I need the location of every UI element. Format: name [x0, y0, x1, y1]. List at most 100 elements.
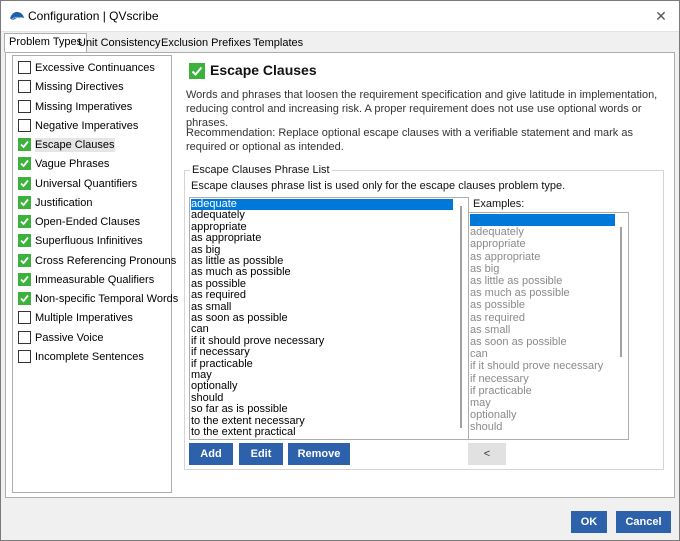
example-list-item[interactable]: appropriate [470, 238, 615, 250]
phrase-list-item[interactable]: if practicable [191, 358, 453, 370]
configuration-dialog: Configuration | QVscribe ✕ Problem Types… [0, 0, 680, 541]
title-bar: Configuration | QVscribe ✕ [1, 1, 679, 32]
phrase-list-item[interactable]: can [191, 324, 453, 335]
checkbox-unchecked-icon[interactable] [18, 311, 31, 325]
checkbox-checked-icon[interactable] [18, 253, 31, 267]
checkbox-checked-icon[interactable] [18, 292, 31, 305]
checkbox-checked-icon[interactable] [18, 195, 31, 209]
problem-type-recommendation: Recommendation: Replace optional escape … [186, 127, 633, 153]
problem-type-label: Superfluous Infinitives [35, 235, 143, 248]
phrase-list-item[interactable]: optionally [191, 381, 453, 392]
remove-button[interactable]: Remove [288, 443, 350, 465]
example-list-item[interactable]: as required [470, 312, 615, 324]
checkbox-checked-icon[interactable] [18, 215, 31, 228]
phrase-list-item[interactable]: as soon as possible [191, 313, 453, 324]
add-button[interactable]: Add [189, 443, 233, 465]
tab-templates[interactable]: Templates [248, 34, 308, 51]
examples-list[interactable]: adequate adequately appropriate as appropri… [468, 212, 629, 440]
example-list-item[interactable]: as much as possible [470, 287, 615, 299]
phrase-list-item[interactable]: as big [191, 244, 453, 256]
checkbox-unchecked-icon[interactable] [18, 61, 31, 74]
problem-type-label: Multiple Imperatives [35, 312, 133, 325]
ok-button[interactable]: OK [571, 511, 607, 533]
phrase-list-item[interactable]: so far as is possible [191, 404, 453, 415]
problem-type-label: Negative Imperatives [35, 119, 139, 132]
phrase-list-item[interactable]: if it should prove necessary [191, 335, 453, 347]
example-list-item[interactable]: adequate [470, 214, 615, 226]
example-list-item[interactable]: if practicable [470, 385, 615, 397]
escape-clauses-enable-checkbox[interactable] [189, 63, 205, 79]
window-title: Configuration | QVscribe [28, 9, 159, 23]
checkmark-icon [191, 66, 203, 76]
example-list-item[interactable]: adequately [470, 226, 615, 238]
problem-type-label: Missing Imperatives [35, 100, 133, 113]
example-list-item[interactable]: if necessary [470, 373, 615, 385]
problem-type-label: Open-Ended Clauses [35, 216, 141, 228]
checkbox-unchecked-icon[interactable] [18, 349, 31, 363]
checkbox-unchecked-icon[interactable] [18, 118, 31, 132]
problem-type-label: Passive Voice [35, 331, 104, 344]
tab-unit-consistency[interactable]: Unit Consistency [73, 34, 166, 51]
phrase-list-item[interactable]: as required [191, 290, 453, 301]
problem-type-label: Incomplete Sentences [35, 350, 144, 363]
phrase-list-item[interactable]: adequately [191, 210, 453, 221]
phrase-list-scrollbar[interactable] [454, 198, 468, 439]
checkbox-checked-icon[interactable] [18, 272, 31, 286]
phrase-list-item[interactable]: if necessary [191, 347, 453, 358]
phrase-list-item[interactable]: adequate [191, 199, 453, 210]
qvscribe-logo-icon [10, 11, 24, 20]
problem-type-description: Words and phrases that loosen the requir… [186, 89, 658, 129]
example-list-item[interactable]: as appropriate [470, 251, 615, 263]
example-list-item[interactable]: should [470, 421, 615, 433]
move-left-button[interactable]: < [468, 443, 506, 465]
checkbox-unchecked-icon[interactable] [18, 99, 31, 113]
phrase-list-item[interactable]: to the extent necessary [191, 415, 453, 427]
problem-types-list[interactable]: Excessive Continuances Missing Directives… [12, 55, 178, 493]
problem-type-label: Immeasurable Qualifiers [35, 273, 155, 286]
scrollbar-thumb[interactable] [460, 206, 462, 428]
phrase-list-item[interactable]: as little as possible [191, 256, 453, 267]
problem-type-label: Missing Directives [35, 81, 124, 94]
example-list-item[interactable]: as soon as possible [470, 336, 615, 348]
checkbox-checked-icon[interactable] [18, 157, 31, 171]
phrase-list-group-description: Escape clauses phrase list is used only … [191, 180, 566, 192]
phrase-list-item[interactable]: as small [191, 301, 453, 313]
checkbox-checked-icon[interactable] [18, 176, 31, 190]
examples-label: Examples: [473, 198, 525, 210]
example-list-item[interactable]: if it should prove necessary [470, 360, 615, 372]
example-list-item[interactable]: as small [470, 324, 615, 336]
scrollbar-thumb[interactable] [620, 227, 622, 357]
example-list-item[interactable]: may [470, 397, 615, 409]
example-list-item[interactable]: can [470, 348, 615, 360]
tab-content-panel: Excessive Continuances Missing Directives… [5, 52, 675, 498]
example-list-item[interactable]: as possible [470, 299, 615, 311]
problem-type-label: Justification [35, 196, 93, 209]
checkbox-unchecked-icon[interactable] [18, 330, 31, 344]
checkbox-checked-icon[interactable] [18, 138, 31, 151]
problem-type-label: Non-specific Temporal Words [35, 293, 179, 305]
examples-list-scrollbar[interactable] [614, 213, 628, 439]
phrase-list-item[interactable]: as appropriate [191, 233, 453, 244]
phrase-list-item[interactable]: may [191, 370, 453, 381]
phrase-list-item[interactable]: as much as possible [191, 267, 453, 278]
phrase-list-item[interactable]: appropriate [191, 221, 453, 233]
checkbox-unchecked-icon[interactable] [18, 80, 31, 94]
phrase-list[interactable]: adequate adequately appropriate as appropri… [189, 197, 469, 440]
example-list-item[interactable]: optionally [470, 409, 615, 421]
phrase-list-group-title: Escape Clauses Phrase List [190, 164, 332, 176]
edit-button[interactable]: Edit [239, 443, 283, 465]
checkbox-checked-icon[interactable] [18, 234, 31, 248]
problem-type-label: Universal Quantifiers [35, 177, 138, 190]
phrase-list-item[interactable]: as possible [191, 278, 453, 290]
example-list-item[interactable]: as big [470, 263, 615, 275]
tab-exclusion-prefixes[interactable]: Exclusion Prefixes [156, 34, 256, 51]
phrase-list-item[interactable]: to the extent practical [191, 427, 453, 438]
problem-type-label: Cross Referencing Pronouns [35, 254, 177, 267]
phrase-list-item[interactable]: should [191, 392, 453, 404]
close-icon[interactable]: ✕ [651, 6, 671, 26]
problem-type-label: Vague Phrases [35, 158, 110, 171]
problem-type-label: Escape Clauses [35, 138, 115, 152]
cancel-button[interactable]: Cancel [616, 511, 671, 533]
problem-type-label: Excessive Continuances [35, 62, 155, 74]
example-list-item[interactable]: as little as possible [470, 275, 615, 287]
